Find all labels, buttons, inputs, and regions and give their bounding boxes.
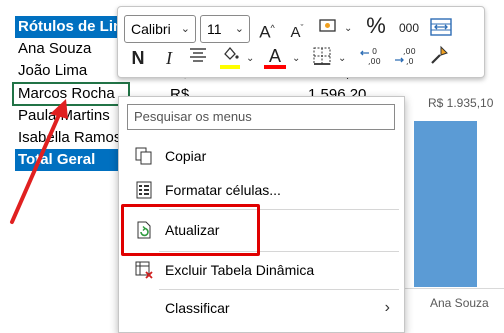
wrap-text-icon[interactable]	[428, 17, 454, 43]
font-size-dropdown[interactable]: 11 ⌄	[200, 15, 250, 43]
chevron-down-icon[interactable]: ⌄	[338, 53, 346, 64]
menu-separator	[159, 289, 399, 290]
align-center-icon[interactable]	[186, 47, 210, 69]
chevron-down-icon[interactable]: ⌄	[246, 53, 254, 64]
chevron-down-icon[interactable]: ⌄	[292, 53, 300, 64]
font-color-icon[interactable]: A	[264, 45, 286, 67]
menu-item-label: Classificar	[165, 300, 230, 316]
thousands-separator-icon[interactable]: 000	[394, 17, 424, 39]
menu-item-format-cells[interactable]: Formatar células...	[119, 173, 404, 207]
chevron-down-icon: ⌄	[180, 23, 190, 35]
chart-axis-line	[404, 288, 504, 289]
pivot-row-label: Paula Martins	[18, 107, 110, 124]
active-cell-border	[12, 82, 130, 106]
percent-icon[interactable]: %	[364, 15, 388, 37]
decrease-font-icon[interactable]: Aˇ	[286, 17, 308, 44]
bold-icon[interactable]: N	[126, 47, 150, 69]
menu-item-delete-pivot[interactable]: Excluir Tabela Dinâmica	[119, 253, 404, 287]
font-size-value: 11	[207, 21, 222, 37]
font-name-value: Calibri	[131, 21, 171, 37]
copy-icon	[135, 147, 152, 165]
accounting-format-icon[interactable]	[316, 17, 340, 41]
format-cells-icon	[136, 181, 152, 199]
svg-text:0: 0	[372, 47, 377, 56]
svg-text:,00: ,00	[403, 47, 416, 56]
menu-item-sort[interactable]: Classificar ›	[119, 291, 404, 325]
chevron-down-icon: ⌄	[234, 23, 244, 35]
pivot-row-label: Ana Souza	[18, 40, 92, 57]
menu-item-label: Formatar células...	[165, 182, 281, 198]
chart-data-label: R$ 1.935,10	[428, 96, 494, 110]
mini-toolbar: Calibri ⌄ 11 ⌄ A^ Aˇ ⌄ % 000 N I ⌄ A ⌄ ⌄…	[117, 6, 485, 78]
pivot-row-label: Isabella Ramos	[18, 129, 122, 146]
menu-item-label: Excluir Tabela Dinâmica	[165, 262, 315, 278]
delete-pivot-icon	[135, 261, 153, 279]
svg-text:,00: ,00	[368, 57, 381, 66]
menu-item-label: Copiar	[165, 148, 207, 164]
chart-bar[interactable]	[414, 121, 477, 287]
format-painter-icon[interactable]	[426, 45, 452, 71]
chart-category-label: Ana Souza	[430, 296, 489, 310]
increase-font-icon[interactable]: A^	[256, 17, 278, 44]
fill-color-swatch	[220, 65, 240, 69]
italic-icon[interactable]: I	[158, 47, 180, 69]
pivot-row-label: João Lima	[18, 62, 88, 79]
menu-item-copy[interactable]: Copiar	[119, 139, 404, 173]
increase-decimal-icon[interactable]: 0,00	[358, 45, 388, 70]
menu-search-input[interactable]: Pesquisar os menus	[127, 104, 395, 130]
pivot-total-label: Total Geral	[18, 151, 96, 168]
chevron-right-icon: ›	[384, 299, 390, 316]
borders-icon[interactable]	[310, 47, 334, 71]
decrease-decimal-icon[interactable]: ,00,0	[392, 45, 422, 74]
highlight-box-annotation	[121, 204, 260, 256]
chevron-down-icon[interactable]: ⌄	[344, 23, 352, 34]
font-color-swatch	[264, 65, 286, 69]
font-name-dropdown[interactable]: Calibri ⌄	[124, 15, 196, 43]
svg-text:,0: ,0	[406, 57, 414, 66]
